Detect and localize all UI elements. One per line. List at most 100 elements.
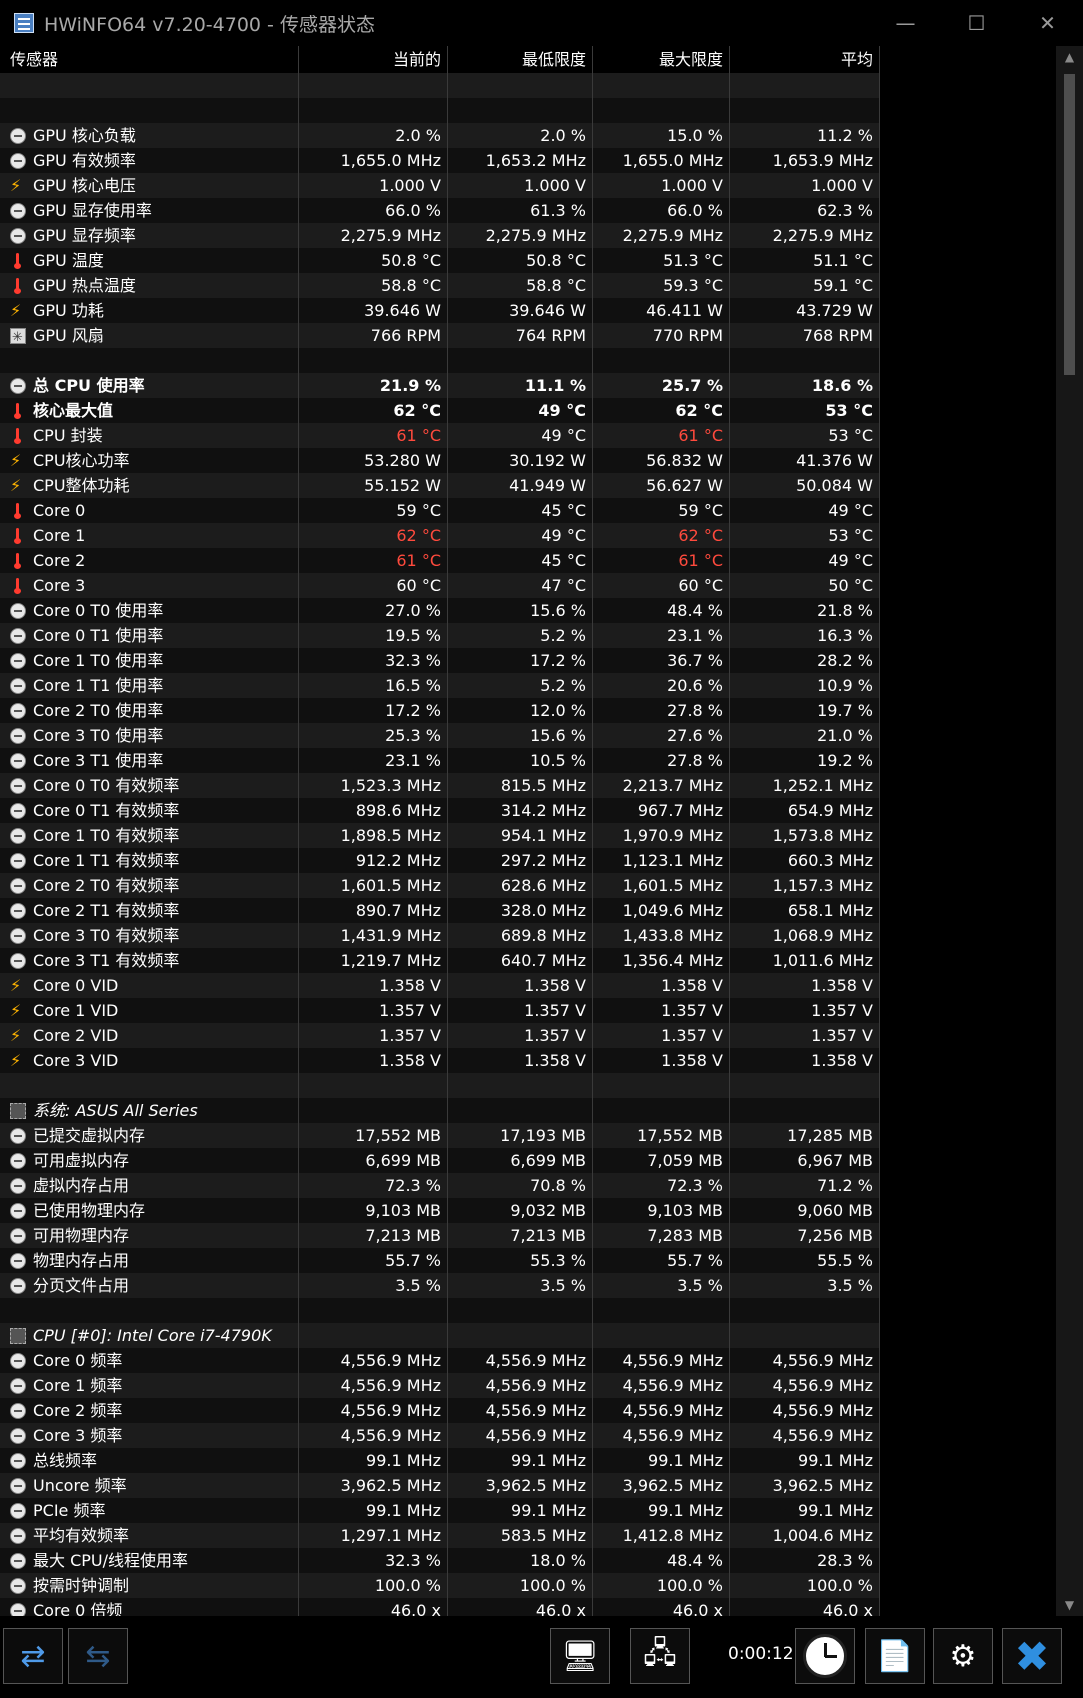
table-row[interactable]: GPU 有效频率 1,655.0 MHz 1,653.2 MHz 1,655.0 MH… [0,148,880,173]
table-row[interactable]: GPU 显存使用率 66.0 % 61.3 % 66.0 % 62.3 % [0,198,880,223]
table-row[interactable]: GPU 核心电压1.000 V1.000 V1.000 V1.000 V [0,173,880,198]
table-row[interactable]: CPU整体功耗 55.152 W41.949 W56.627 W50.084 W [0,473,880,498]
table-row[interactable]: CPU 封装 61 °C 49 °C 61 °C 53 °C [0,423,880,448]
table-row[interactable]: 总线频率 99.1 MHz 99.1 MHz 99.1 MHz 99.1 MHz [0,1448,880,1473]
settings-button[interactable]: ⚙ [933,1628,993,1684]
sensor-name-cell: 已使用物理内存 [0,1198,299,1223]
table-row[interactable]: Core 3 T1 有效频率 1,219.7 MHz 640.7 MHz 1,356.… [0,948,880,973]
table-row[interactable]: Core 0 VID1.358 V1.358 V1.358 V1.358 V [0,973,880,998]
table-row[interactable]: PCIe 频率 99.1 MHz 99.1 MHz 99.1 MHz 99.1 MHz [0,1498,880,1523]
table-row[interactable]: 可用虚拟内存 6,699 MB 6,699 MB 7,059 MB 6,967 MB [0,1148,880,1173]
table-row[interactable]: Core 3 T0 使用率 25.3 % 15.6 % 27.6 % 21.0 % [0,723,880,748]
table-row[interactable]: CPU核心功率 53.280 W30.192 W56.832 W41.376 W [0,448,880,473]
table-row[interactable]: Core 1 VID1.357 V1.357 V1.357 V1.357 V [0,998,880,1023]
lightning-icon [10,298,26,323]
gauge-icon [10,602,26,619]
current-value: 16.5 % [299,673,448,698]
table-row[interactable]: Core 2 T0 有效频率 1,601.5 MHz 628.6 MHz 1,601.… [0,873,880,898]
table-row[interactable]: Core 2 频率 4,556.9 MHz 4,556.9 MHz 4,556.9 M… [0,1398,880,1423]
network-computers-icon: 🖧 [643,1635,677,1671]
column-header-minimum[interactable]: 最低限度 [448,46,593,73]
table-row[interactable]: Core 2 VID1.357 V1.357 V1.357 V1.357 V [0,1023,880,1048]
table-row[interactable]: GPU 热点温度 58.8 °C 58.8 °C 59.3 °C 59.1 °C [0,273,880,298]
table-row[interactable]: Core 1 T0 使用率 32.3 % 17.2 % 36.7 % 28.2 % [0,648,880,673]
table-row[interactable]: 按需时钟调制 100.0 % 100.0 % 100.0 % 100.0 % [0,1573,880,1598]
table-row[interactable]: 虚拟内存占用 72.3 % 70.8 % 72.3 % 71.2 % [0,1173,880,1198]
minimum-value: 1.358 V [448,973,593,998]
gauge-icon [10,1602,26,1616]
table-row[interactable]: Core 0 T1 有效频率 898.6 MHz 314.2 MHz 967.7 MH… [0,798,880,823]
table-row[interactable]: 总 CPU 使用率 21.9 % 11.1 % 25.7 % 18.6 % [0,373,880,398]
table-row[interactable]: Core 1 62 °C 49 °C 62 °C 53 °C [0,523,880,548]
table-row[interactable]: GPU 显存频率 2,275.9 MHz 2,275.9 MHz 2,275.9 MH… [0,223,880,248]
column-header-maximum[interactable]: 最大限度 [593,46,730,73]
maximum-value: 15.0 % [593,123,730,148]
reset-clock-button[interactable] [795,1628,855,1684]
table-row[interactable]: 平均有效频率 1,297.1 MHz 583.5 MHz 1,412.8 MHz 1,0… [0,1523,880,1548]
sensor-name-cell: Core 1 [0,523,299,548]
table-row[interactable]: 核心最大值 62 °C 49 °C 62 °C 53 °C [0,398,880,423]
table-row[interactable]: GPU 风扇 766 RPM764 RPM770 RPM768 RPM [0,323,880,348]
table-row[interactable]: Core 1 T1 有效频率 912.2 MHz 297.2 MHz 1,123.1 … [0,848,880,873]
table-row[interactable]: Core 0 59 °C 45 °C 59 °C 49 °C [0,498,880,523]
table-row[interactable]: Core 3 T0 有效频率 1,431.9 MHz 689.8 MHz 1,433.… [0,923,880,948]
column-header-sensor[interactable]: 传感器 [0,46,299,73]
table-row[interactable]: Core 0 倍频 46.0 x 46.0 x 46.0 x 46.0 x [0,1598,880,1616]
table-row[interactable]: 可用物理内存 7,213 MB 7,213 MB 7,283 MB 7,256 MB [0,1223,880,1248]
column-header-current[interactable]: 当前的 [299,46,448,73]
gauge-icon [10,877,26,894]
table-row[interactable]: 物理内存占用 55.7 % 55.3 % 55.7 % 55.5 % [0,1248,880,1273]
table-row[interactable]: 分页文件占用 3.5 % 3.5 % 3.5 % 3.5 % [0,1273,880,1298]
average-value: 654.9 MHz [730,798,880,823]
table-row[interactable]: 已使用物理内存 9,103 MB 9,032 MB 9,103 MB 9,060 MB [0,1198,880,1223]
table-row[interactable]: GPU 核心负载 2.0 % 2.0 % 15.0 % 11.2 % [0,123,880,148]
table-row[interactable]: Core 0 T1 使用率 19.5 % 5.2 % 23.1 % 16.3 % [0,623,880,648]
maximize-button[interactable]: ☐ [941,0,1012,46]
scroll-up-arrow[interactable]: ▲ [1056,46,1083,68]
network-button[interactable]: 🖥 [550,1628,610,1684]
table-row[interactable]: Core 3 VID1.358 V1.358 V1.358 V1.358 V [0,1048,880,1073]
table-row[interactable]: GPU 温度 50.8 °C 50.8 °C 51.3 °C 51.1 °C [0,248,880,273]
table-row[interactable]: Core 2 T1 有效频率 890.7 MHz 328.0 MHz 1,049.6 … [0,898,880,923]
scroll-down-arrow[interactable]: ▼ [1056,1594,1083,1616]
maximum-value [593,348,730,373]
table-row[interactable]: Core 0 T0 有效频率 1,523.3 MHz 815.5 MHz 2,213.… [0,773,880,798]
table-row[interactable]: Core 1 T0 有效频率 1,898.5 MHz 954.1 MHz 1,970.… [0,823,880,848]
table-row[interactable]: Core 3 T1 使用率 23.1 % 10.5 % 27.8 % 19.2 % [0,748,880,773]
table-row[interactable]: Core 0 T0 使用率 27.0 % 15.6 % 48.4 % 21.8 % [0,598,880,623]
table-row[interactable]: 最大 CPU/线程使用率 32.3 % 18.0 % 48.4 % 28.3 % [0,1548,880,1573]
table-row[interactable]: Core 1 T1 使用率 16.5 % 5.2 % 20.6 % 10.9 % [0,673,880,698]
close-window-button[interactable]: ✕ [1012,0,1083,46]
scroll-thumb[interactable] [1064,74,1075,375]
table-row[interactable]: Core 3 60 °C 47 °C 60 °C 50 °C [0,573,880,598]
vertical-scrollbar[interactable]: ▲ ▼ [1056,46,1083,1616]
table-row[interactable]: Core 1 频率 4,556.9 MHz 4,556.9 MHz 4,556.9 M… [0,1373,880,1398]
table-row[interactable]: 已提交虚拟内存 17,552 MB 17,193 MB 17,552 MB 17,285… [0,1123,880,1148]
collapse-arrows-button[interactable]: ⇆ [68,1628,128,1684]
average-value: 10.9 % [730,673,880,698]
expand-arrows-button[interactable]: ⇄ [3,1628,63,1684]
table-row[interactable]: Uncore 频率 3,962.5 MHz 3,962.5 MHz 3,962.5 M… [0,1473,880,1498]
table-row[interactable]: GPU 功耗39.646 W39.646 W46.411 W43.729 W [0,298,880,323]
sensor-group-header[interactable]: 系统: ASUS All Series [0,1098,880,1123]
table-row[interactable]: Core 0 频率 4,556.9 MHz 4,556.9 MHz 4,556.9 M… [0,1348,880,1373]
average-value: 4,556.9 MHz [730,1398,880,1423]
table-row[interactable]: Core 3 频率 4,556.9 MHz 4,556.9 MHz 4,556.9 M… [0,1423,880,1448]
minimize-button[interactable]: — [870,0,941,46]
column-header-average[interactable]: 平均 [730,46,880,73]
table-row[interactable]: Core 2 T0 使用率 17.2 % 12.0 % 27.8 % 19.7 % [0,698,880,723]
sensor-name-cell: 总 CPU 使用率 [0,373,299,398]
log-report-button[interactable]: 📄 [865,1628,925,1684]
close-sensors-button[interactable]: ✖ [1002,1628,1062,1684]
current-value: 53.280 W [299,448,448,473]
table-row[interactable]: Core 2 61 °C 45 °C 61 °C 49 °C [0,548,880,573]
sensor-group-header[interactable]: CPU [#0]: Intel Core i7-4790K [0,1323,880,1348]
average-value: 1,011.6 MHz [730,948,880,973]
average-value: 1,653.9 MHz [730,148,880,173]
maximum-value: 7,283 MB [593,1223,730,1248]
maximum-value: 56.627 W [593,473,730,498]
sensor-label: Core 1 [33,526,86,545]
remote-network-button[interactable]: 🖧 [630,1628,690,1684]
minimum-value: 45 °C [448,548,593,573]
maximum-value: 36.7 % [593,648,730,673]
